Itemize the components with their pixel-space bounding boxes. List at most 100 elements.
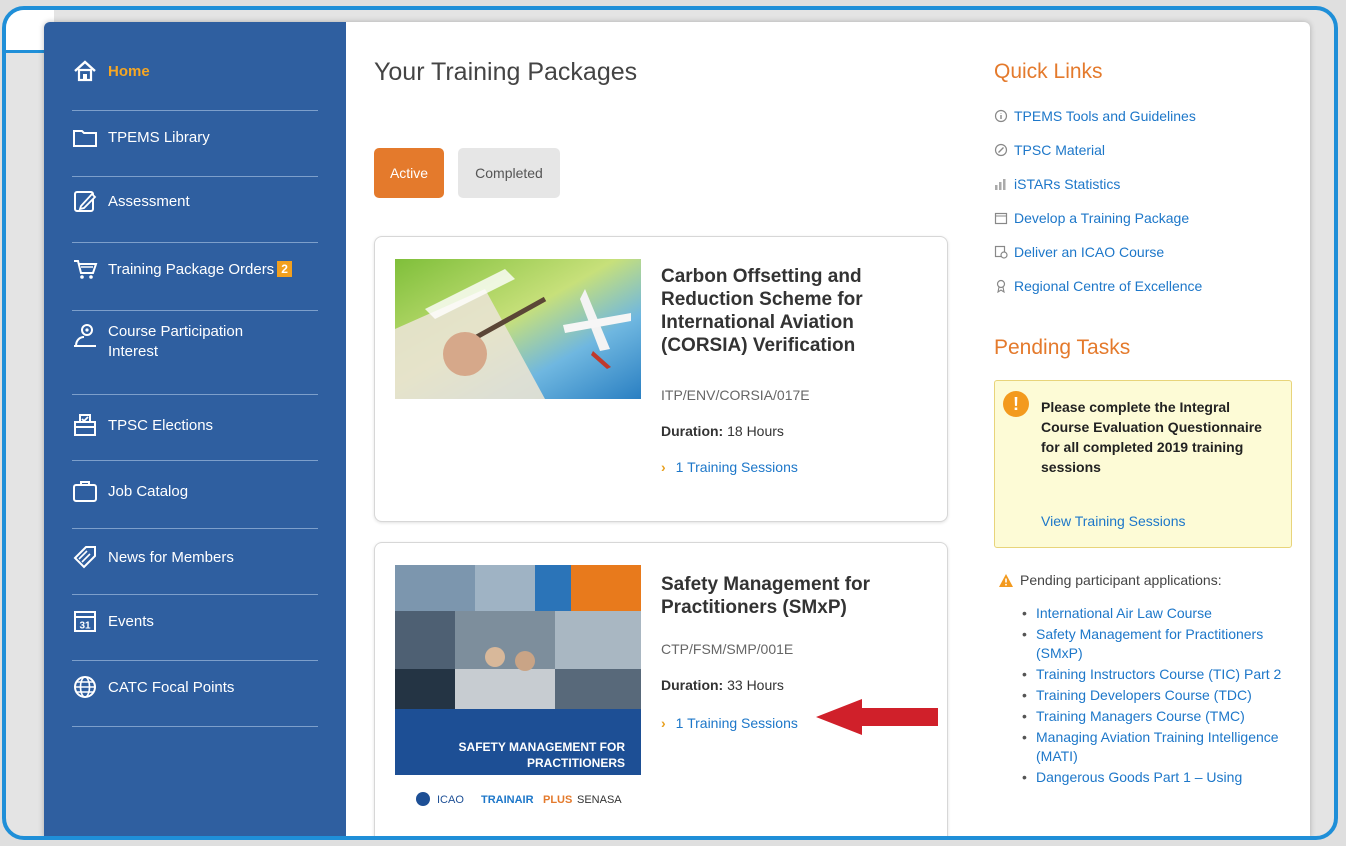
sidebar-item-home[interactable]: Home (72, 58, 318, 84)
quick-link-label: TPEMS Tools and Guidelines (1014, 108, 1196, 124)
calendar-day-text: 31 (79, 621, 91, 632)
sidebar-item-label: Job Catalog (108, 482, 189, 500)
chevron-right-icon: › (661, 715, 666, 731)
notice-text: Please complete the Integral Course Eval… (1041, 399, 1262, 475)
screenshot-frame: Home TPEMS Library Assessment Training P… (2, 6, 1338, 840)
sidebar-item-label: Training Package Orders (108, 260, 275, 278)
sidebar-item-label: News for Members (108, 548, 234, 566)
sidebar-item-course-participation-interest[interactable]: Course Participation Interest (72, 322, 318, 362)
package-title[interactable]: Carbon Offsetting and Reduction Scheme f… (661, 265, 931, 357)
training-sessions-link[interactable]: › 1 Training Sessions (661, 715, 798, 731)
sidebar-divider (72, 594, 318, 595)
app-window: Home TPEMS Library Assessment Training P… (44, 22, 1310, 836)
sidebar-item-label: Assessment (108, 192, 190, 210)
quick-link-develop-training-package[interactable]: Develop a Training Package (994, 210, 1189, 226)
ballot-icon (72, 412, 98, 438)
sidebar-item-label: Events (108, 612, 154, 630)
quick-link-label: Regional Centre of Excellence (1014, 278, 1203, 294)
sidebar: Home TPEMS Library Assessment Training P… (44, 22, 346, 836)
senasa-logo-text: SENASA (577, 794, 622, 806)
cart-icon (72, 256, 98, 282)
sidebar-divider (72, 394, 318, 395)
tab-completed[interactable]: Completed (458, 148, 560, 198)
pending-application-link[interactable]: International Air Law Course (1022, 604, 1292, 623)
training-sessions-link[interactable]: › 1 Training Sessions (661, 459, 798, 475)
package-duration: Duration: 33 Hours (661, 677, 784, 693)
right-column: Quick Links TPEMS Tools and Guidelines T… (994, 22, 1310, 836)
sidebar-item-label: CATC Focal Points (108, 678, 235, 696)
pending-application-link[interactable]: Training Developers Course (TDC) (1022, 686, 1292, 705)
duration-label: Duration: (661, 677, 724, 693)
duration-label: Duration: (661, 423, 724, 439)
info-circle-icon (994, 109, 1008, 123)
pending-application-link[interactable]: Dangerous Goods Part 1 – Using (1022, 768, 1292, 787)
person-location-icon (72, 322, 98, 348)
pending-application-link[interactable]: Training Managers Course (TMC) (1022, 707, 1292, 726)
pending-applications-list: International Air Law Course Safety Mana… (1022, 604, 1292, 789)
sidebar-item-label: Home (108, 62, 150, 80)
calendar-icon: 31 (72, 608, 98, 634)
plus-logo-text: PLUS (543, 794, 572, 806)
training-package-card: Carbon Offsetting and Reduction Scheme f… (374, 236, 948, 522)
sidebar-divider (72, 242, 318, 243)
sidebar-divider (72, 310, 318, 311)
corsia-package-image (395, 259, 641, 399)
chevron-right-icon: › (661, 459, 666, 475)
sidebar-divider (72, 660, 318, 661)
pending-application-link[interactable]: Safety Management for Practitioners (SMx… (1022, 625, 1292, 663)
sidebar-item-tpems-library[interactable]: TPEMS Library (72, 124, 318, 150)
sidebar-item-label: Course Participation Interest (108, 323, 244, 360)
sidebar-item-catc-focal-points[interactable]: CATC Focal Points (72, 674, 318, 700)
orders-count-badge: 2 (277, 261, 292, 277)
smxp-package-image: SAFETY MANAGEMENT FOR PRACTITIONERS ICAO … (395, 565, 641, 819)
page-title: Your Training Packages (374, 58, 638, 86)
quick-links-title: Quick Links (994, 60, 1103, 83)
quick-link-label: TPSC Material (1014, 142, 1106, 158)
sidebar-divider (72, 726, 318, 727)
sessions-label: 1 Training Sessions (675, 715, 798, 731)
partner-logos: ICAO TRAINAIR PLUS SENASA (416, 792, 622, 806)
sidebar-item-assessment[interactable]: Assessment (72, 188, 318, 214)
quick-link-deliver-icao-course[interactable]: Deliver an ICAO Course (994, 244, 1164, 260)
globe-icon (72, 674, 98, 700)
pending-applications-heading: Pending participant applications: (998, 572, 1222, 588)
pending-tasks-title: Pending Tasks (994, 336, 1131, 359)
folder-icon (72, 124, 98, 150)
package-title[interactable]: Safety Management for Practitioners (SMx… (661, 573, 931, 619)
sidebar-item-events[interactable]: 31 Events (72, 608, 318, 634)
package-duration: Duration: 18 Hours (661, 423, 784, 439)
pending-application-link[interactable]: Training Instructors Course (TIC) Part 2 (1022, 665, 1292, 684)
award-icon (994, 279, 1008, 293)
evaluation-notice: ! Please complete the Integral Course Ev… (994, 380, 1292, 548)
home-icon (72, 58, 98, 84)
quick-link-tpsc-material[interactable]: TPSC Material (994, 142, 1105, 158)
view-training-sessions-link[interactable]: View Training Sessions (1041, 513, 1185, 529)
trainair-logo-text: TRAINAIR (481, 794, 534, 806)
bar-chart-icon (994, 177, 1008, 191)
warning-icon (998, 573, 1014, 588)
sidebar-item-job-catalog[interactable]: Job Catalog (72, 478, 318, 504)
quick-link-istars-statistics[interactable]: iSTARs Statistics (994, 176, 1120, 192)
sidebar-divider (72, 528, 318, 529)
quick-link-label: Deliver an ICAO Course (1014, 244, 1165, 260)
annotation-arrow (816, 699, 938, 735)
quick-link-regional-centre[interactable]: Regional Centre of Excellence (994, 278, 1202, 294)
sidebar-item-label: TPSC Elections (108, 416, 214, 434)
sidebar-item-label: TPEMS Library (108, 128, 210, 146)
tag-icon (72, 544, 98, 570)
exclamation-icon: ! (1003, 391, 1029, 417)
quick-link-tpems-tools[interactable]: TPEMS Tools and Guidelines (994, 108, 1196, 124)
sidebar-item-news-for-members[interactable]: News for Members (72, 544, 318, 570)
sidebar-item-training-package-orders[interactable]: Training Package Orders 2 (72, 256, 318, 282)
duration-value: 18 Hours (727, 423, 784, 439)
pending-applications-label: Pending participant applications: (1020, 572, 1222, 588)
pending-application-link[interactable]: Managing Aviation Training Intelligence … (1022, 728, 1292, 766)
tab-active[interactable]: Active (374, 148, 444, 198)
duration-value: 33 Hours (727, 677, 784, 693)
briefcase-icon (72, 478, 98, 504)
quick-link-label: Develop a Training Package (1014, 210, 1190, 226)
compass-icon (994, 143, 1008, 157)
sidebar-divider (72, 460, 318, 461)
document-icon (994, 211, 1008, 225)
sidebar-item-tpsc-elections[interactable]: TPSC Elections (72, 412, 318, 438)
